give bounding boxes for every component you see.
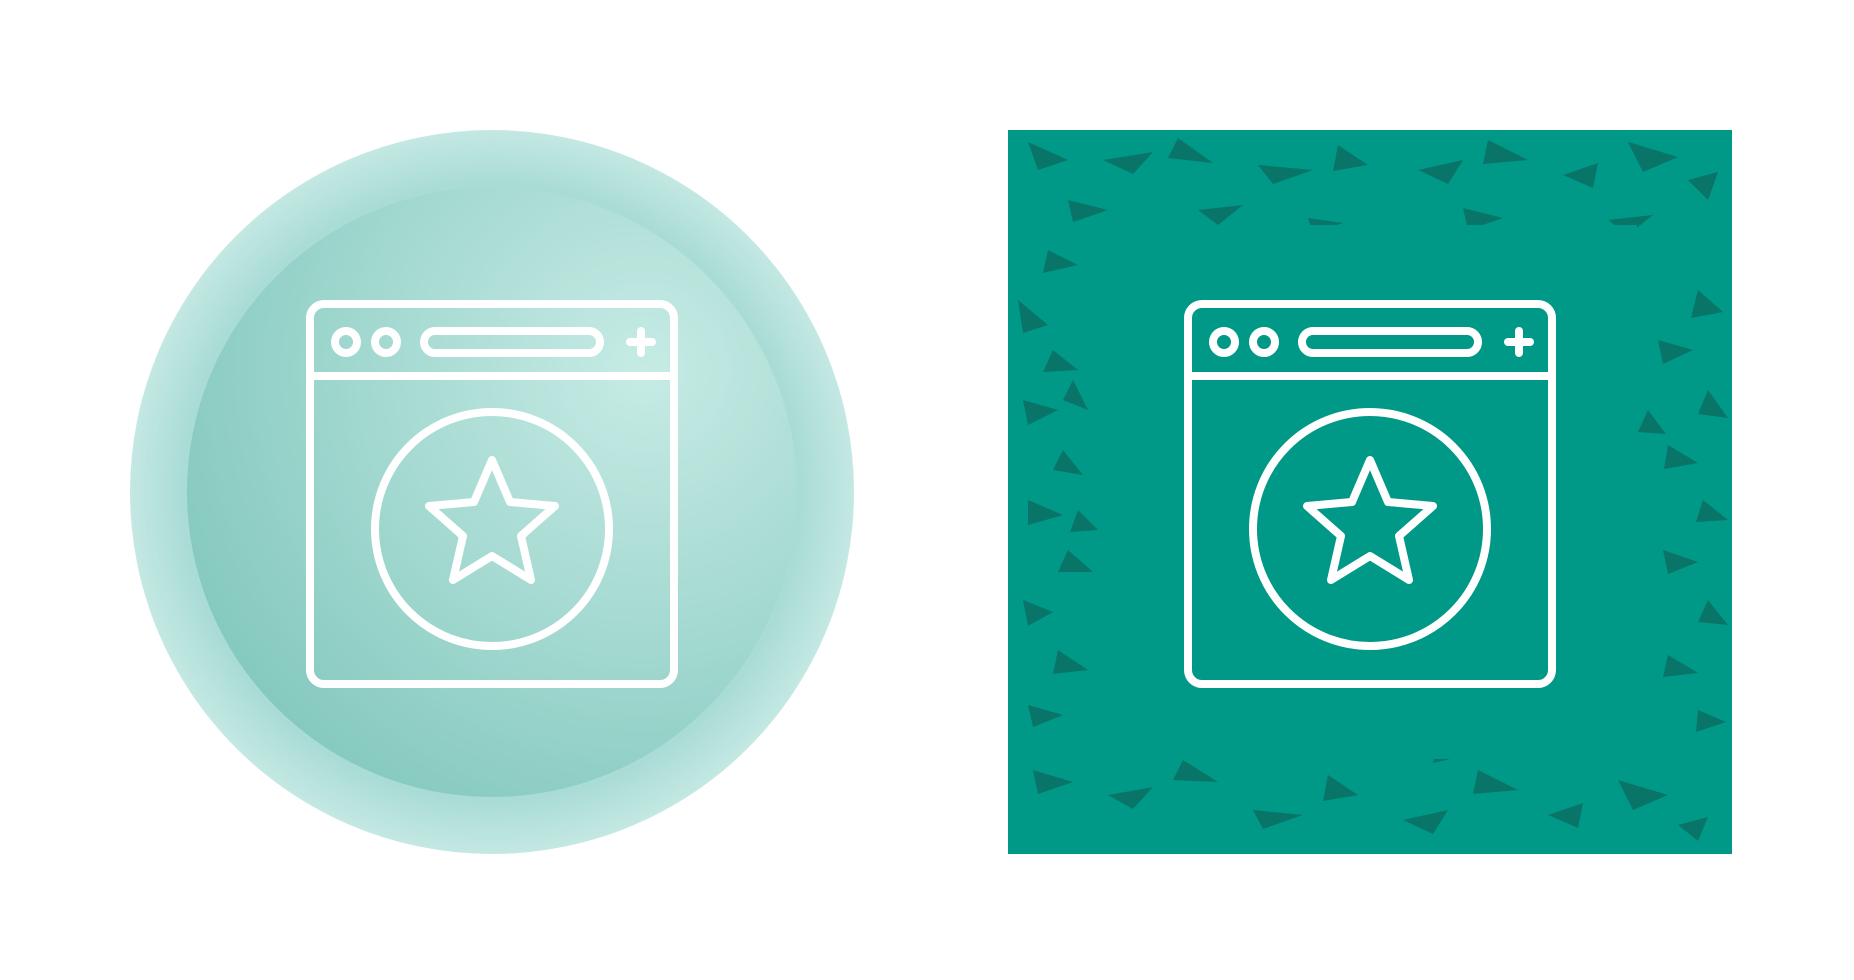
browser-star-circle-badge — [130, 130, 854, 854]
inner-disc — [187, 187, 797, 797]
browser-star-square-badge — [1008, 130, 1732, 854]
icon-showcase — [0, 0, 1854, 980]
circle-badge-graphic — [130, 130, 854, 854]
square-badge-graphic — [1008, 130, 1732, 854]
